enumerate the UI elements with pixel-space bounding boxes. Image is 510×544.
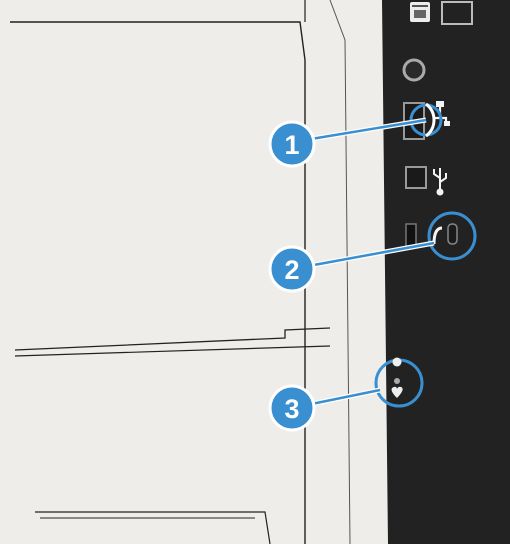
security-slot-marker: [405, 223, 417, 247]
printer-rear-illustration: 1 2 3: [0, 0, 510, 544]
callout-badge-3: 3: [268, 384, 316, 432]
callout-number-2: 2: [284, 255, 299, 285]
usb-port: [405, 166, 427, 189]
printer-illustration: 1 2 3: [0, 0, 510, 544]
callout-badge-2: 2: [268, 245, 316, 293]
connector-panel: [382, 0, 510, 544]
callout-number-1: 1: [284, 130, 299, 160]
fax-icon: [410, 2, 430, 22]
power-jack: [402, 58, 426, 82]
callout-number-3: 3: [284, 394, 299, 424]
printer-body: [0, 0, 400, 544]
led-ready-icon: [392, 357, 402, 367]
phone-port: [441, 1, 473, 25]
callout-badge-1: 1: [268, 120, 316, 168]
led-indicator: [394, 378, 400, 384]
